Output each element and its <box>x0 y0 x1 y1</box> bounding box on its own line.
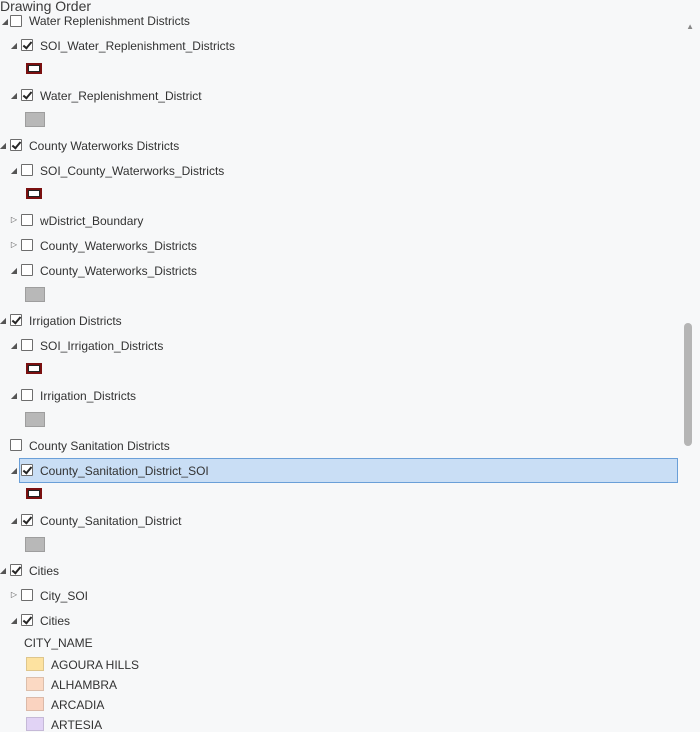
layer-checkbox[interactable] <box>21 214 33 226</box>
layer-row[interactable]: ▷ County_Waterworks_Districts <box>0 233 680 258</box>
layer-checkbox[interactable] <box>21 464 33 476</box>
layer-checkbox[interactable] <box>10 314 22 326</box>
triangle-expanded-icon[interactable]: ◢ <box>9 266 19 276</box>
group-layer-label: Water Replenishment Districts <box>29 14 190 28</box>
layer-label: Water_Replenishment_District <box>40 89 202 103</box>
layer-checkbox[interactable] <box>21 39 33 51</box>
gray-fill-symbol[interactable] <box>25 287 45 302</box>
layer-row-selected[interactable]: ◢ County_Sanitation_District_SOI <box>11 458 678 483</box>
legend-class-label: ALHAMBRA <box>51 678 118 692</box>
layer-row[interactable]: ◢ SOI_County_Waterworks_Districts <box>0 158 680 183</box>
legend-swatch[interactable] <box>26 677 44 691</box>
layer-row[interactable]: ◢ County Waterworks Districts <box>0 133 680 158</box>
layer-checkbox[interactable] <box>10 564 22 576</box>
layer-checkbox[interactable] <box>21 239 33 251</box>
layer-row[interactable]: ◢ Irrigation Districts <box>0 308 680 333</box>
legend-swatch[interactable] <box>26 657 44 671</box>
layer-row[interactable]: ▷ wDistrict_Boundary <box>0 208 680 233</box>
layer-checkbox[interactable] <box>21 514 33 526</box>
triangle-expanded-icon[interactable]: ◢ <box>9 91 19 101</box>
layer-label: Cities <box>40 614 71 628</box>
legend-field-header: CITY_NAME <box>24 636 93 650</box>
layer-row[interactable]: ◢ Water_Replenishment_District <box>0 83 680 108</box>
layer-label: SOI_Water_Replenishment_Districts <box>40 39 235 53</box>
scrollbar-thumb[interactable] <box>684 323 692 446</box>
group-layer-label: Irrigation Districts <box>29 314 122 328</box>
triangle-expanded-icon[interactable]: ◢ <box>9 616 19 626</box>
group-layer-label: County Waterworks Districts <box>29 139 180 153</box>
triangle-collapsed-icon[interactable]: ▷ <box>9 240 19 250</box>
triangle-expanded-icon[interactable]: ◢ <box>0 17 10 27</box>
layer-checkbox[interactable] <box>21 164 33 176</box>
layer-label: County_Sanitation_District <box>40 514 182 528</box>
layer-checkbox[interactable] <box>21 614 33 626</box>
layer-checkbox[interactable] <box>21 89 33 101</box>
layer-checkbox[interactable] <box>10 139 22 151</box>
layer-label: County_Waterworks_Districts <box>40 239 197 253</box>
legend-class-label: ARCADIA <box>51 698 105 712</box>
layer-row[interactable]: ◢ Cities <box>0 558 680 583</box>
gray-fill-symbol[interactable] <box>25 537 45 552</box>
gray-fill-symbol[interactable] <box>25 412 45 427</box>
layer-label: SOI_Irrigation_Districts <box>40 339 164 353</box>
layer-label: Irrigation_Districts <box>40 389 137 403</box>
triangle-expanded-icon[interactable]: ◢ <box>0 316 8 326</box>
layer-checkbox[interactable] <box>21 339 33 351</box>
layer-label: wDistrict_Boundary <box>40 214 144 228</box>
legend-class-label: AGOURA HILLS <box>51 658 140 672</box>
outline-polygon-symbol[interactable] <box>26 188 42 199</box>
chevron-up-icon[interactable]: ▲ <box>686 22 694 31</box>
triangle-expanded-icon[interactable]: ◢ <box>9 391 19 401</box>
layer-checkbox[interactable] <box>21 389 33 401</box>
outline-polygon-symbol[interactable] <box>26 63 42 74</box>
layer-row[interactable]: ◢ Irrigation_Districts <box>0 383 680 408</box>
legend-swatch[interactable] <box>26 717 44 731</box>
triangle-expanded-icon[interactable]: ◢ <box>9 466 19 476</box>
layer-row[interactable]: County Sanitation Districts <box>0 433 680 458</box>
layer-label: City_SOI <box>40 589 89 603</box>
layer-row[interactable]: ◢ SOI_Irrigation_Districts <box>0 333 680 358</box>
triangle-collapsed-icon[interactable]: ▷ <box>9 590 19 600</box>
layer-row[interactable]: ◢ County_Sanitation_District <box>0 508 680 533</box>
triangle-collapsed-icon[interactable]: ▷ <box>9 215 19 225</box>
gray-fill-symbol[interactable] <box>25 112 45 127</box>
legend-class-label: ARTESIA <box>51 718 103 732</box>
layer-row[interactable]: ▷ City_SOI <box>0 583 680 608</box>
legend-swatch[interactable] <box>26 697 44 711</box>
layer-checkbox[interactable] <box>10 439 22 451</box>
triangle-expanded-icon[interactable]: ◢ <box>9 516 19 526</box>
layer-row[interactable]: ◢ County_Waterworks_Districts <box>0 258 680 283</box>
contents-tree: ◢ Water Replenishment Districts ◢ SOI_Wa… <box>0 0 680 732</box>
layer-row[interactable]: ◢ Cities <box>0 608 680 633</box>
layer-label: County_Sanitation_District_SOI <box>40 464 209 478</box>
group-layer-label: Cities <box>29 564 60 578</box>
layer-checkbox[interactable] <box>10 15 22 27</box>
group-layer-label: County Sanitation Districts <box>29 439 170 453</box>
layer-checkbox[interactable] <box>21 589 33 601</box>
layer-label: County_Waterworks_Districts <box>40 264 197 278</box>
outline-polygon-symbol[interactable] <box>26 363 42 374</box>
layer-row[interactable]: ◢ SOI_Water_Replenishment_Districts <box>0 33 680 58</box>
pane-title: Drawing Order <box>0 0 92 14</box>
outline-polygon-symbol[interactable] <box>26 488 42 499</box>
triangle-expanded-icon[interactable]: ◢ <box>9 341 19 351</box>
triangle-expanded-icon[interactable]: ◢ <box>0 566 8 576</box>
triangle-expanded-icon[interactable]: ◢ <box>9 41 19 51</box>
triangle-expanded-icon[interactable]: ◢ <box>9 166 19 176</box>
triangle-expanded-icon[interactable]: ◢ <box>0 141 8 151</box>
pane-header: Drawing Order <box>0 0 690 14</box>
layer-label: SOI_County_Waterworks_Districts <box>40 164 225 178</box>
layer-checkbox[interactable] <box>21 264 33 276</box>
